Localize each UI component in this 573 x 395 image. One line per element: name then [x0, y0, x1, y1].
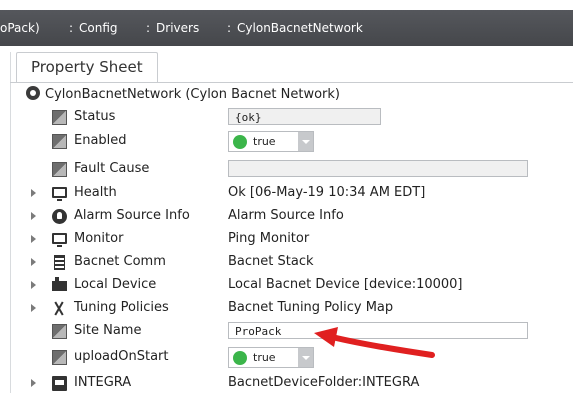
network-icon [26, 86, 40, 100]
device-icon [52, 277, 67, 291]
property-value: Bacnet Stack [228, 254, 314, 269]
breadcrumb-item-drivers[interactable]: : Drivers [146, 21, 199, 35]
property-row-monitor: Monitor Ping Monitor [0, 228, 573, 251]
folder-icon [52, 376, 67, 391]
property-row-enabled: Enabled true [0, 130, 573, 153]
property-row-alarm-source-info: Alarm Source Info Alarm Source Info [0, 205, 573, 228]
slot-icon [52, 162, 67, 177]
breadcrumb-item-config[interactable]: : Config [69, 21, 118, 35]
breadcrumb: oPack) : Config : Drivers : CylonBacnetNetw… [0, 10, 573, 46]
true-status-icon [233, 351, 247, 365]
expand-icon[interactable] [31, 304, 36, 312]
root-label: CylonBacnetNetwork (Cylon Bacnet Network… [45, 87, 340, 102]
property-name: Local Device [74, 277, 157, 292]
stack-icon [54, 255, 65, 270]
property-value: BacnetDeviceFolder:INTEGRA [228, 375, 420, 390]
property-name: Monitor [74, 231, 124, 246]
property-name: Enabled [74, 133, 127, 148]
enabled-select[interactable]: true [228, 131, 314, 152]
expand-icon[interactable] [31, 281, 36, 289]
property-value: Ok [06-May-19 10:34 AM EDT] [228, 185, 426, 200]
alarm-icon [52, 209, 67, 224]
property-row-upload-on-start: uploadOnStart true [0, 346, 573, 369]
expand-icon[interactable] [31, 379, 36, 387]
slot-icon [52, 350, 67, 365]
red-arrow-annotation [314, 327, 435, 358]
tab-divider [10, 82, 573, 83]
expand-icon[interactable] [31, 212, 36, 220]
true-status-icon [233, 135, 247, 149]
expand-icon[interactable] [31, 189, 36, 197]
property-name: Bacnet Comm [74, 254, 166, 269]
breadcrumb-item-cylonbacnetnetwork[interactable]: : CylonBacnetNetwork [227, 21, 363, 35]
property-name: Alarm Source Info [74, 208, 190, 223]
tab-label: Property Sheet [31, 58, 143, 76]
property-value: Alarm Source Info [228, 208, 344, 223]
upload-on-start-select[interactable]: true [228, 347, 314, 368]
property-name: Status [74, 109, 116, 124]
property-value: Ping Monitor [228, 231, 310, 246]
property-name: Fault Cause [74, 161, 150, 176]
property-row-bacnet-comm: Bacnet Comm Bacnet Stack [0, 251, 573, 274]
property-row-fault-cause: Fault Cause [0, 158, 573, 181]
property-row-status: Status {ok} [0, 106, 573, 129]
root-node[interactable]: CylonBacnetNetwork (Cylon Bacnet Network… [26, 86, 340, 106]
property-name: INTEGRA [74, 375, 132, 390]
tab-property-sheet[interactable]: Property Sheet [16, 52, 158, 83]
enabled-value: true [253, 135, 276, 148]
property-name: uploadOnStart [74, 349, 169, 364]
property-value: Local Bacnet Device [device:10000] [228, 277, 463, 292]
chevron-down-icon[interactable] [298, 132, 313, 151]
property-row-integra: INTEGRA BacnetDeviceFolder:INTEGRA [0, 372, 573, 395]
property-value: Bacnet Tuning Policy Map [228, 300, 394, 315]
property-row-local-device: Local Device Local Bacnet Device [device… [0, 274, 573, 297]
expand-icon[interactable] [31, 235, 36, 243]
slot-icon [52, 134, 67, 149]
property-row-health: Health Ok [06-May-19 10:34 AM EDT] [0, 182, 573, 205]
status-field: {ok} [228, 108, 381, 125]
slot-icon [52, 324, 67, 339]
upload-on-start-value: true [253, 351, 276, 364]
property-name: Tuning Policies [74, 300, 169, 315]
monitor-icon [52, 233, 67, 247]
breadcrumb-item-propack[interactable]: oPack) [0, 21, 40, 35]
property-row-site-name: Site Name ProPack [0, 320, 573, 343]
slot-icon [52, 110, 67, 125]
breadcrumb-bar: oPack) : Config : Drivers : CylonBacnetNetw… [0, 0, 573, 52]
tuning-icon [52, 301, 67, 316]
property-name: Site Name [74, 323, 142, 338]
property-name: Health [74, 185, 117, 200]
fault-cause-field [228, 160, 528, 177]
property-row-tuning-policies: Tuning Policies Bacnet Tuning Policy Map [0, 297, 573, 320]
monitor-icon [52, 187, 67, 201]
expand-icon[interactable] [31, 258, 36, 266]
